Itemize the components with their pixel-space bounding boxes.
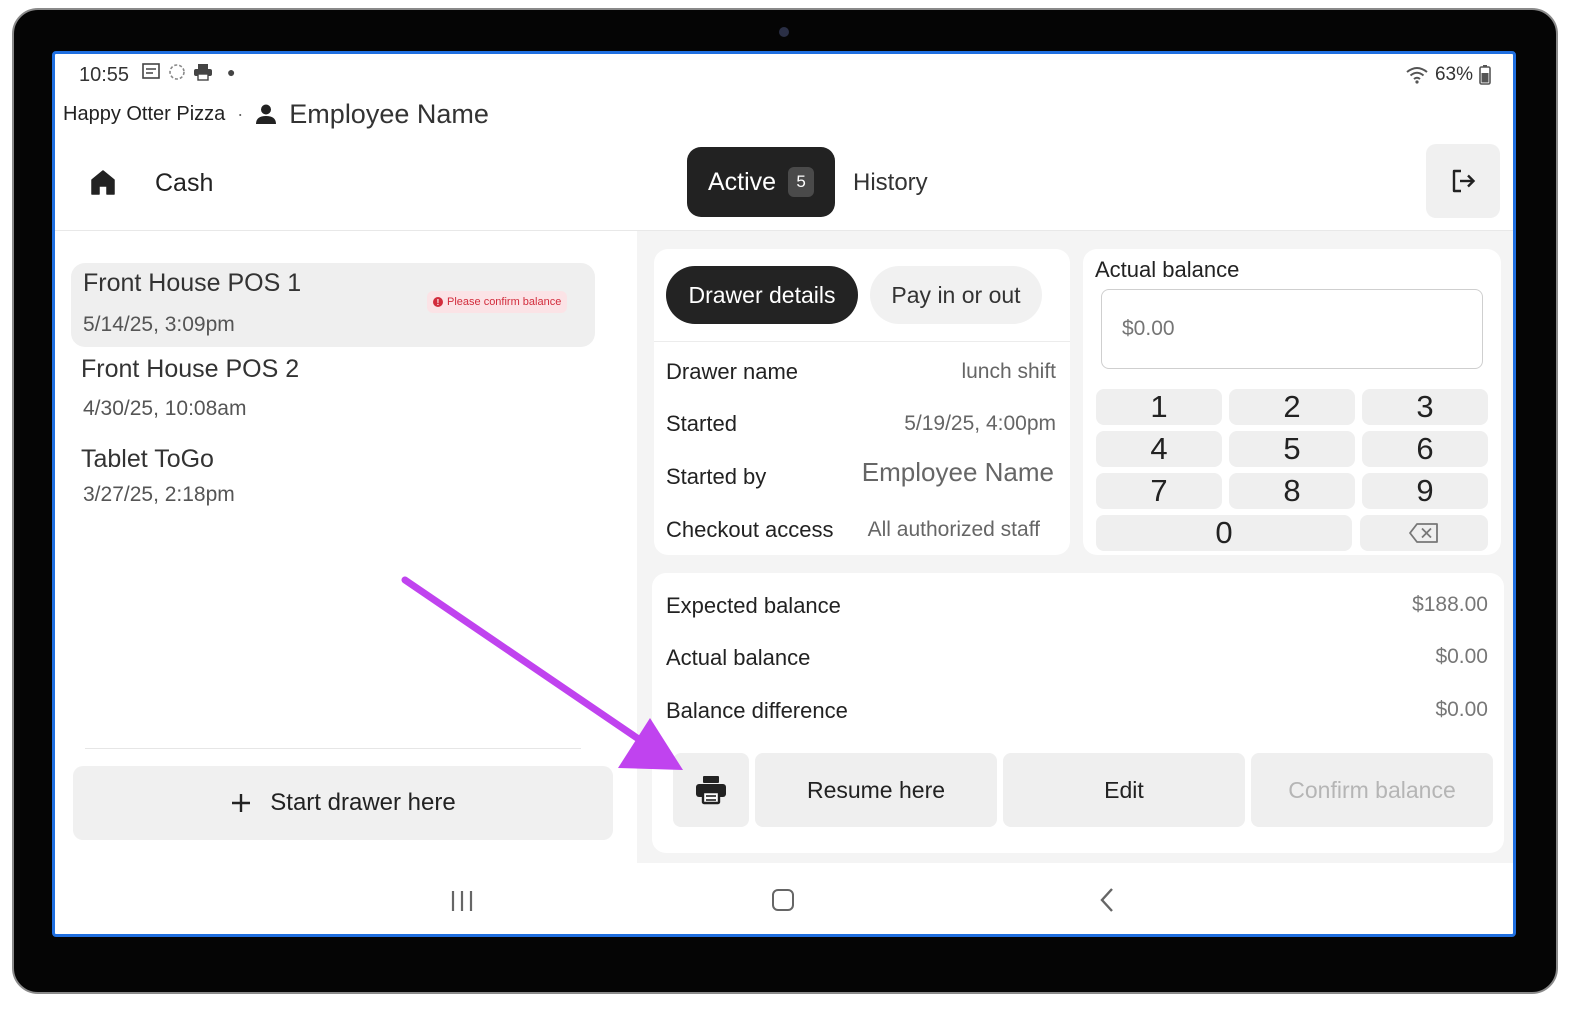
detail-label: Started	[666, 411, 737, 436]
status-notification-icons: ●	[141, 62, 235, 82]
tab-history[interactable]: History	[853, 169, 928, 197]
key-4[interactable]: 4	[1096, 431, 1222, 467]
wifi-icon	[1405, 66, 1429, 84]
summary-value: $0.00	[1435, 698, 1488, 721]
key-3[interactable]: 3	[1362, 389, 1488, 425]
drawer-item-front-house-pos-1[interactable]: Front House POS 1 5/14/25, 3:09pm ! Plea…	[71, 263, 595, 347]
detail-label: Drawer name	[666, 359, 799, 384]
camera-icon	[779, 27, 789, 37]
store-name: Happy Otter Pizza	[63, 102, 226, 125]
drawer-details-card: Drawer details Pay in or out Drawer name…	[654, 249, 1070, 555]
detail-label: Started by	[666, 464, 767, 489]
drawer-date: 3/27/25, 2:18pm	[83, 483, 235, 506]
logout-button[interactable]	[1426, 144, 1500, 218]
plus-icon	[230, 792, 252, 814]
tab-active[interactable]: Active 5	[687, 147, 835, 217]
drawer-item-front-house-pos-2[interactable]: Front House POS 2 4/30/25, 10:08am	[71, 349, 595, 429]
printer-status-icon	[193, 63, 213, 81]
tab-active-label: Active	[707, 167, 777, 196]
receipt-icon	[141, 62, 161, 82]
confirm-balance-badge: ! Please confirm balance	[427, 291, 568, 313]
key-2[interactable]: 2	[1229, 389, 1355, 425]
key-0[interactable]: 0	[1096, 515, 1352, 551]
summary-label: Balance difference	[666, 698, 848, 723]
actual-balance-title: Actual balance	[1095, 257, 1240, 282]
page-title: Cash	[155, 169, 214, 197]
drawer-name: Front House POS 2	[81, 355, 300, 383]
detail-value: lunch shift	[961, 360, 1056, 383]
key-7[interactable]: 7	[1096, 473, 1222, 509]
key-6[interactable]: 6	[1362, 431, 1488, 467]
status-bar: 10:55 ● 63%	[55, 54, 1513, 94]
logout-icon	[1449, 167, 1477, 195]
home-icon[interactable]	[89, 168, 117, 196]
detail-value: Employee Name	[861, 457, 1054, 487]
detail-value: All authorized staff	[867, 518, 1040, 541]
drawer-date: 5/14/25, 3:09pm	[83, 313, 235, 336]
key-8[interactable]: 8	[1229, 473, 1355, 509]
details-divider	[654, 341, 1070, 342]
key-5[interactable]: 5	[1229, 431, 1355, 467]
employee-name: Employee Name	[289, 98, 489, 129]
drawer-detail-panel: Drawer details Pay in or out Drawer name…	[637, 231, 1513, 863]
start-drawer-label: Start drawer here	[270, 789, 456, 816]
key-1[interactable]: 1	[1096, 389, 1222, 425]
edit-button[interactable]: Edit	[1003, 753, 1245, 827]
recents-icon[interactable]	[450, 890, 474, 912]
print-button[interactable]	[673, 753, 749, 827]
backspace-key[interactable]	[1360, 515, 1488, 551]
detail-value: 5/19/25, 4:00pm	[904, 412, 1056, 435]
android-nav-bar	[55, 866, 1513, 934]
drawer-name: Tablet ToGo	[81, 445, 214, 473]
active-count-badge: 5	[788, 167, 815, 197]
summary-value: $188.00	[1412, 593, 1488, 616]
drawer-list-panel: Front House POS 1 5/14/25, 3:09pm ! Plea…	[55, 231, 637, 861]
person-icon	[255, 103, 277, 125]
drawer-item-tablet-togo[interactable]: Tablet ToGo 3/27/25, 2:18pm	[71, 439, 595, 515]
left-divider	[85, 748, 581, 749]
tab-drawer-details[interactable]: Drawer details	[666, 266, 858, 324]
alert-icon: !	[433, 297, 443, 307]
summary-label: Actual balance	[666, 645, 811, 670]
key-9[interactable]: 9	[1362, 473, 1488, 509]
sync-icon	[167, 62, 187, 82]
tab-pay-in-or-out[interactable]: Pay in or out	[870, 266, 1042, 324]
summary-value: $0.00	[1435, 645, 1488, 668]
printer-icon	[695, 775, 727, 805]
start-drawer-button[interactable]: Start drawer here	[73, 766, 613, 840]
battery-percent: 63%	[1434, 64, 1473, 85]
detail-label: Checkout access	[666, 517, 834, 542]
status-right: 63%	[1405, 64, 1491, 86]
notification-dot-icon: ●	[227, 64, 236, 80]
balance-summary-card: Expected balance $188.00 Actual balance …	[652, 573, 1504, 853]
store-employee-line: Happy Otter Pizza · Employee Name	[63, 98, 489, 130]
top-nav: Cash Active 5 History	[55, 144, 1513, 224]
status-time: 10:55	[79, 64, 130, 86]
back-icon[interactable]	[1099, 886, 1115, 914]
actual-balance-input[interactable]	[1101, 289, 1483, 369]
resume-here-button[interactable]: Resume here	[755, 753, 997, 827]
android-home-icon[interactable]	[772, 889, 794, 911]
tablet-screen: 10:55 ● 63% Happy Otter Pizza · Employee…	[52, 51, 1516, 937]
confirm-balance-button[interactable]: Confirm balance	[1251, 753, 1493, 827]
backspace-icon	[1408, 522, 1440, 544]
drawer-date: 4/30/25, 10:08am	[83, 397, 247, 420]
battery-icon	[1479, 65, 1491, 85]
header-separator: ·	[237, 103, 244, 124]
actual-balance-card: Actual balance 1 2 3 4 5 6 7 8 9 0	[1083, 249, 1501, 555]
summary-label: Expected balance	[666, 593, 841, 618]
drawer-name: Front House POS 1	[83, 269, 302, 297]
confirm-balance-badge-text: Please confirm balance	[447, 296, 562, 308]
